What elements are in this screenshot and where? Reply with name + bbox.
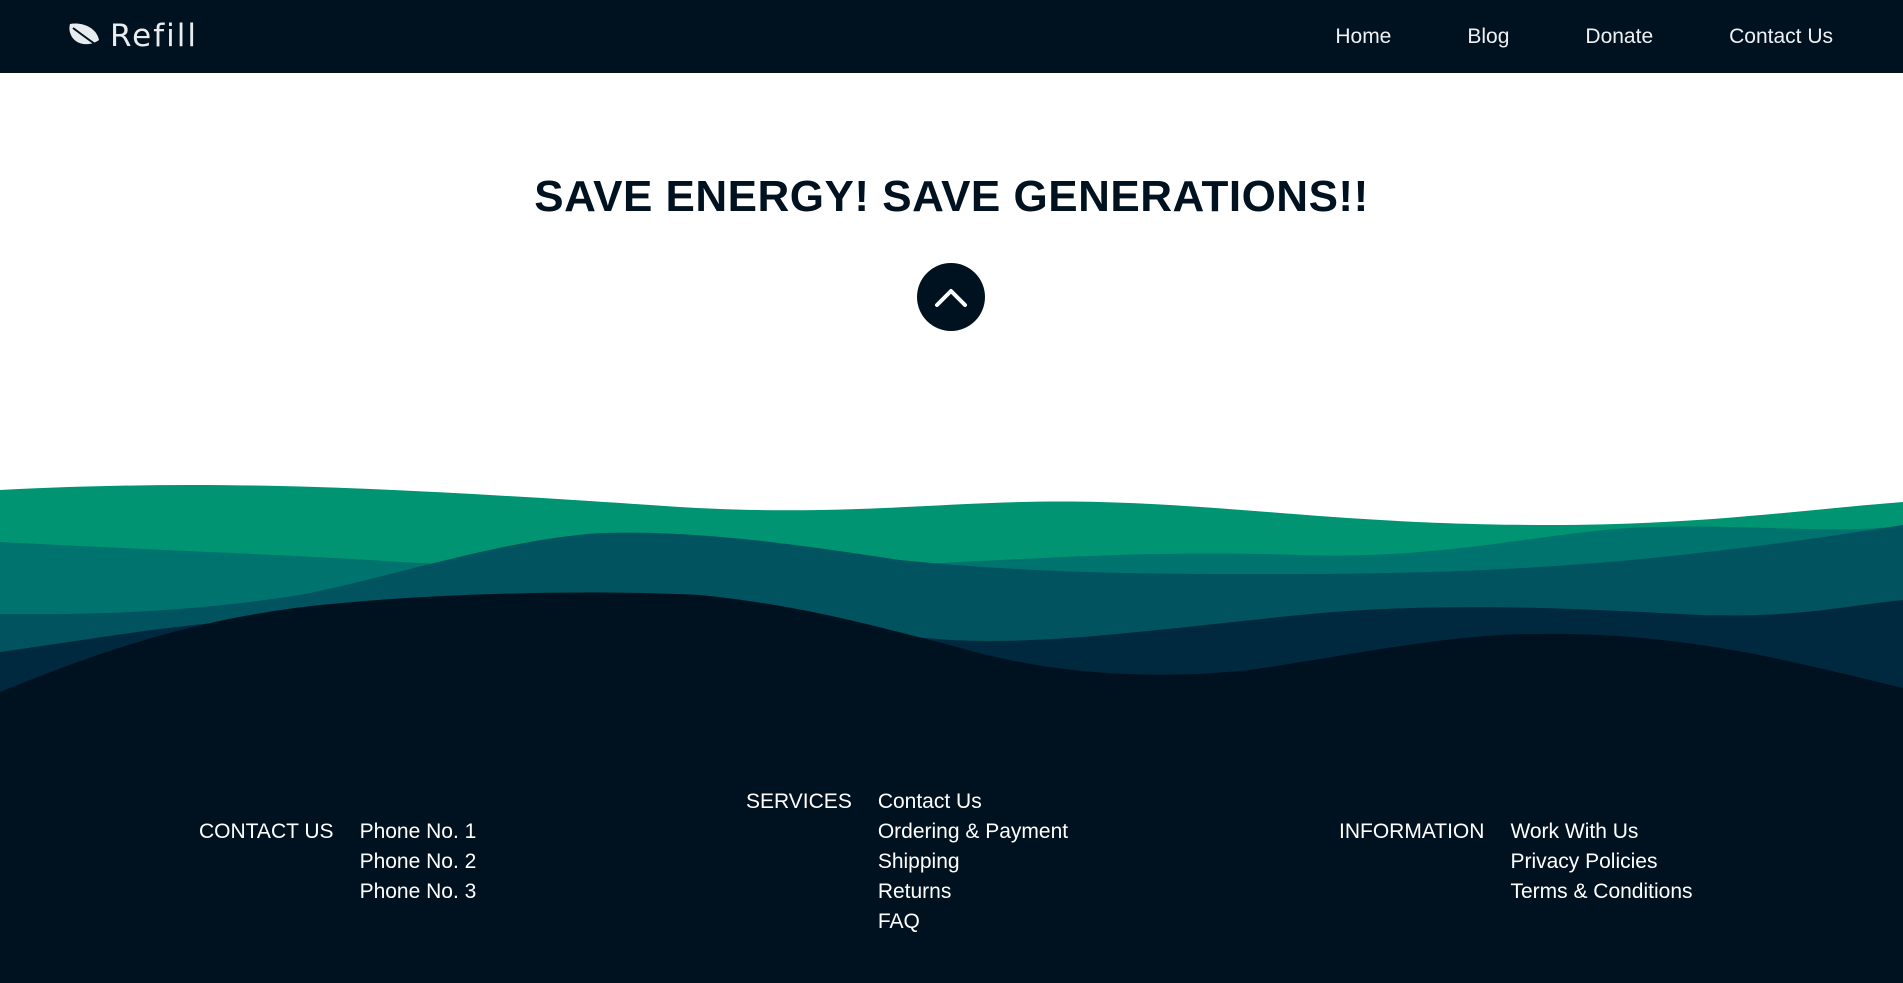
leaf-icon bbox=[69, 23, 103, 50]
footer-information-column: INFORMATION Work With Us Privacy Policie… bbox=[1339, 817, 1693, 907]
footer-link-phone-3[interactable]: Phone No. 3 bbox=[360, 877, 477, 907]
footer-contact-column: CONTACT US Phone No. 1 Phone No. 2 Phone… bbox=[199, 817, 476, 907]
footer-link-contact-us[interactable]: Contact Us bbox=[878, 787, 1068, 817]
nav-links: Home Blog Donate Contact Us bbox=[1335, 0, 1833, 73]
footer-link-faq[interactable]: FAQ bbox=[878, 907, 1068, 937]
footer-link-privacy-policies[interactable]: Privacy Policies bbox=[1510, 847, 1692, 877]
footer-information-heading: INFORMATION bbox=[1339, 820, 1485, 843]
brand-logo[interactable]: Refill bbox=[66, 16, 198, 56]
nav-link-contact-us[interactable]: Contact Us bbox=[1729, 25, 1833, 49]
footer-contact-heading: CONTACT US bbox=[199, 820, 334, 843]
footer-information-list: Work With Us Privacy Policies Terms & Co… bbox=[1510, 817, 1692, 907]
footer-link-terms-conditions[interactable]: Terms & Conditions bbox=[1510, 877, 1692, 907]
footer-link-work-with-us[interactable]: Work With Us bbox=[1510, 817, 1692, 847]
footer-link-phone-2[interactable]: Phone No. 2 bbox=[360, 847, 477, 877]
footer-services-heading: SERVICES bbox=[746, 790, 852, 813]
footer-link-returns[interactable]: Returns bbox=[878, 877, 1068, 907]
footer-link-phone-1[interactable]: Phone No. 1 bbox=[360, 817, 477, 847]
scroll-up-button[interactable] bbox=[917, 263, 985, 331]
nav-link-home[interactable]: Home bbox=[1335, 25, 1391, 49]
chevron-up-icon bbox=[935, 289, 967, 307]
footer-link-ordering-payment[interactable]: Ordering & Payment bbox=[878, 817, 1068, 847]
footer-services-column: SERVICES Contact Us Ordering & Payment S… bbox=[746, 787, 1068, 937]
brand-name: Refill bbox=[110, 18, 198, 54]
footer-services-list: Contact Us Ordering & Payment Shipping R… bbox=[878, 787, 1068, 937]
footer-contact-list: Phone No. 1 Phone No. 2 Phone No. 3 bbox=[360, 817, 477, 907]
top-navbar: Refill Home Blog Donate Contact Us bbox=[0, 0, 1903, 73]
wave-divider bbox=[0, 485, 1903, 730]
footer-link-shipping[interactable]: Shipping bbox=[878, 847, 1068, 877]
nav-link-donate[interactable]: Donate bbox=[1585, 25, 1653, 49]
nav-link-blog[interactable]: Blog bbox=[1467, 25, 1509, 49]
hero-headline: SAVE ENERGY! SAVE GENERATIONS!! bbox=[534, 172, 1369, 221]
